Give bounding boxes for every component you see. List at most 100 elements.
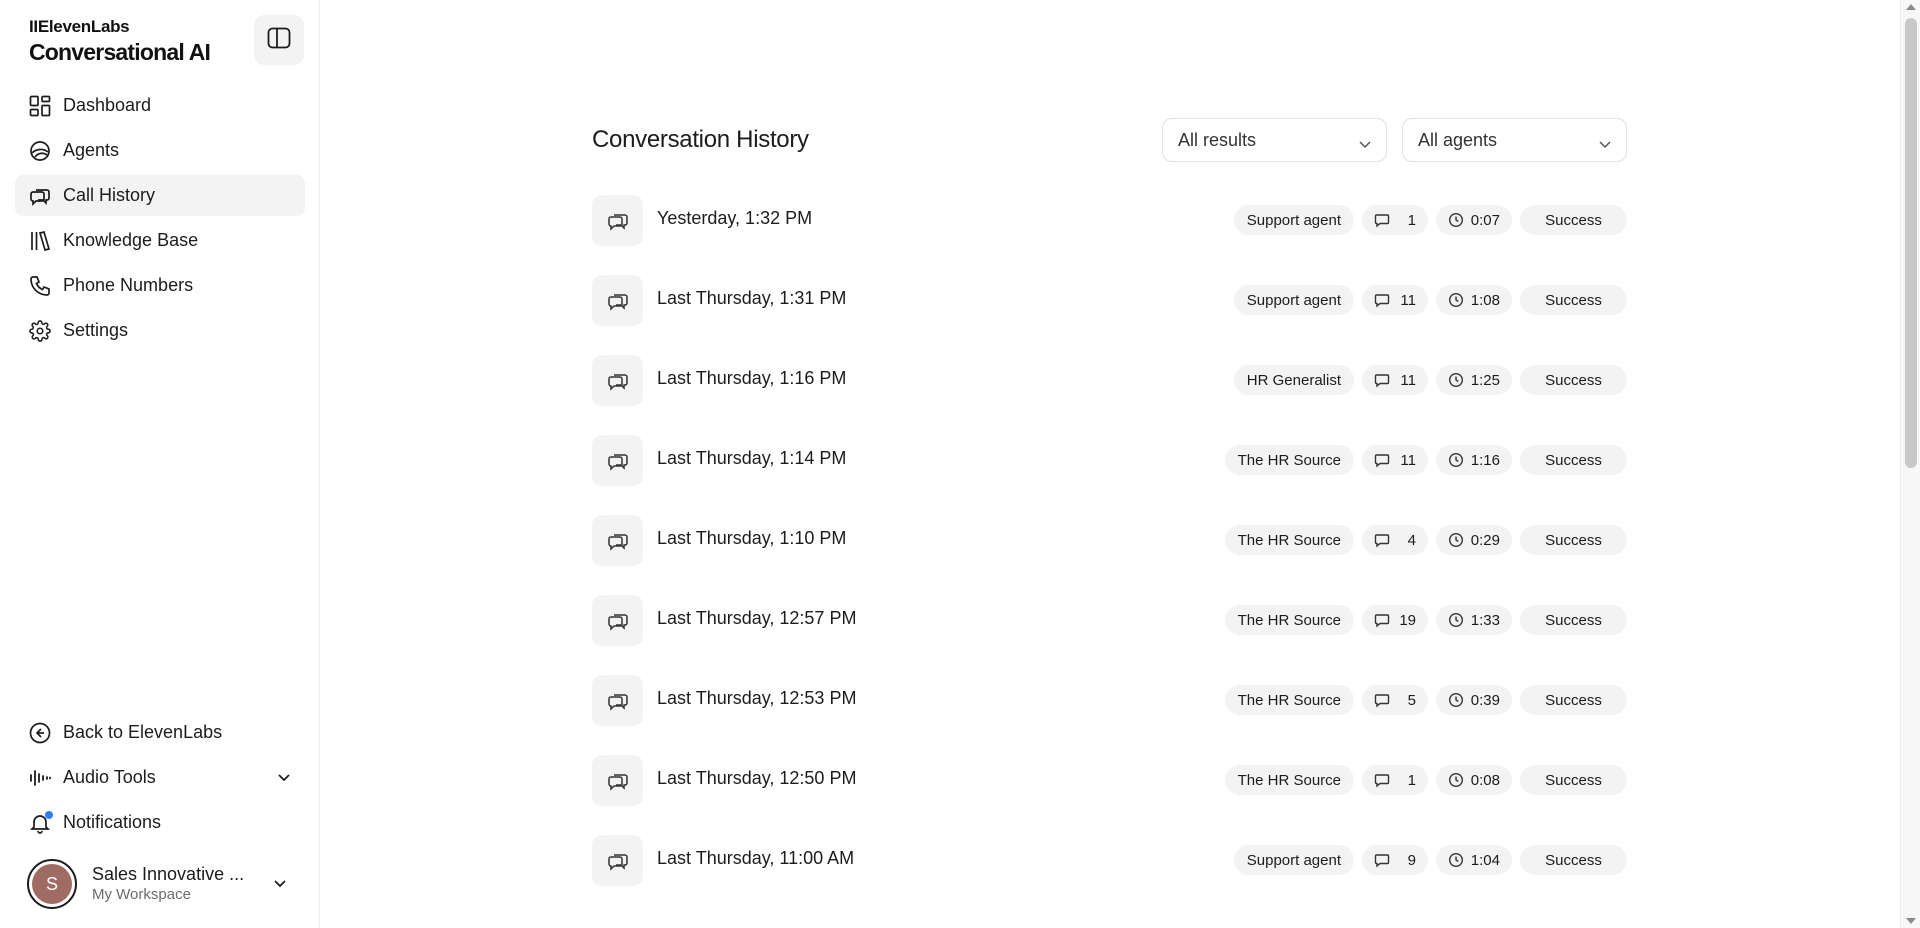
duration-badge: 0:08 (1436, 765, 1512, 795)
duration: 1:04 (1470, 851, 1500, 869)
clock-icon (1448, 372, 1464, 388)
clock-icon (1448, 692, 1464, 708)
chat-bubbles-icon (592, 835, 643, 886)
chat-bubbles-icon (592, 275, 643, 326)
sidebar-item-call-history[interactable]: Call History (15, 175, 305, 216)
sidebar-item-label: Audio Tools (63, 767, 156, 787)
brand-logo: IIElevenLabs (29, 17, 130, 36)
message-icon (1374, 692, 1390, 708)
message-icon (1374, 212, 1390, 228)
brand[interactable]: IIElevenLabs Conversational AI (29, 16, 211, 66)
duration: 0:07 (1470, 211, 1500, 229)
chat-bubbles-icon (592, 675, 643, 726)
message-icon (1374, 852, 1390, 868)
status-badge: Success (1520, 845, 1627, 875)
sidebar-bottom: Back to ElevenLabs Audio Tools Notificat… (15, 712, 305, 847)
conversation-row[interactable]: Last Thursday, 11:00 AM Support agent 9 … (592, 833, 1627, 913)
agents-icon (29, 140, 51, 162)
clock-icon (1448, 292, 1464, 308)
arrow-left-circle-icon (29, 722, 51, 744)
agents-filter-select[interactable]: All agents (1402, 118, 1627, 162)
message-icon (1374, 612, 1390, 628)
workspace-name: My Workspace (92, 886, 191, 903)
conversation-time: Last Thursday, 1:10 PM (657, 528, 847, 548)
conversation-time: Last Thursday, 12:57 PM (657, 608, 857, 628)
sidebar-item-label: Back to ElevenLabs (63, 722, 223, 742)
agent-badge: The HR Source (1224, 685, 1354, 715)
scrollbar[interactable] (1900, 0, 1920, 928)
message-icon (1374, 532, 1390, 548)
agent-badge: HR Generalist (1233, 365, 1354, 395)
message-icon (1374, 772, 1390, 788)
sidebar-item-settings[interactable]: Settings (15, 310, 305, 351)
conversation-row[interactable]: Last Thursday, 1:14 PM The HR Source 11 … (592, 433, 1627, 513)
conversation-row[interactable]: Last Thursday, 12:57 PM The HR Source 19… (592, 593, 1627, 673)
sidebar-item-agents[interactable]: Agents (15, 130, 305, 171)
chat-bubbles-icon (592, 515, 643, 566)
account-switcher[interactable]: S Sales Innovative ... My Workspace (27, 858, 297, 910)
conversation-row[interactable]: Last Thursday, 1:10 PM The HR Source 4 0… (592, 513, 1627, 593)
chat-bubbles-icon (592, 595, 643, 646)
sidebar-item-phone-numbers[interactable]: Phone Numbers (15, 265, 305, 306)
duration-badge: 1:25 (1436, 365, 1512, 395)
message-count: 11 (1400, 451, 1416, 469)
duration-badge: 0:39 (1436, 685, 1512, 715)
scroll-down-arrow[interactable] (1906, 918, 1916, 924)
sidebar-item-label: Settings (63, 320, 129, 340)
message-count: 19 (1399, 611, 1416, 629)
message-count: 1 (1407, 771, 1416, 789)
status-badge: Success (1520, 685, 1627, 715)
scroll-up-arrow[interactable] (1906, 4, 1916, 10)
conversation-time: Last Thursday, 1:16 PM (657, 368, 847, 388)
call-history-icon (29, 185, 51, 207)
sidebar-item-label: Knowledge Base (63, 230, 199, 250)
message-icon (1374, 452, 1390, 468)
sidebar-item-label: Notifications (63, 812, 162, 832)
conversation-row[interactable]: Last Thursday, 12:50 PM The HR Source 1 … (592, 753, 1627, 833)
message-count: 11 (1400, 371, 1416, 389)
scroll-thumb[interactable] (1905, 18, 1917, 468)
status-badge: Success (1520, 525, 1627, 555)
chat-bubbles-icon (592, 755, 643, 806)
gear-icon (29, 319, 51, 342)
conversation-row[interactable]: Last Thursday, 12:53 PM The HR Source 5 … (592, 673, 1627, 753)
conversation-row[interactable]: Last Thursday, 1:16 PM HR Generalist 11 … (592, 353, 1627, 433)
duration: 1:08 (1470, 291, 1500, 309)
status-badge: Success (1520, 445, 1627, 475)
chevron-down-icon (1358, 133, 1372, 154)
message-count: 4 (1407, 531, 1416, 549)
phone-icon (29, 275, 51, 297)
clock-icon (1448, 612, 1464, 628)
message-count-badge: 4 (1362, 525, 1428, 555)
brand-product-name: Conversational AI (29, 39, 211, 65)
status-badge: Success (1520, 765, 1627, 795)
status-badge: Success (1520, 205, 1627, 235)
sidebar-item-dashboard[interactable]: Dashboard (15, 85, 305, 126)
duration: 1:33 (1470, 611, 1500, 629)
results-filter-value: All results (1178, 129, 1257, 150)
sidebar-item-audio-tools[interactable]: Audio Tools (15, 757, 305, 798)
duration-badge: 1:16 (1436, 445, 1512, 475)
chevron-down-icon (1598, 133, 1612, 154)
chat-bubbles-icon (592, 435, 643, 486)
sidebar-item-notifications[interactable]: Notifications (15, 802, 305, 843)
message-count-badge: 5 (1362, 685, 1428, 715)
message-count: 5 (1407, 691, 1416, 709)
back-to-elevenlabs-link[interactable]: Back to ElevenLabs (15, 712, 305, 753)
message-icon (1374, 292, 1390, 308)
sidebar-item-label: Phone Numbers (63, 275, 194, 295)
waveform-icon (29, 767, 51, 789)
conversation-time: Last Thursday, 12:50 PM (657, 768, 857, 788)
sidebar-item-label: Agents (63, 140, 120, 160)
toggle-sidebar-button[interactable] (254, 15, 304, 65)
conversation-row[interactable]: Yesterday, 1:32 PM Support agent 1 0:07 (592, 193, 1627, 273)
message-count-badge: 19 (1362, 605, 1428, 635)
sidebar-item-knowledge-base[interactable]: Knowledge Base (15, 220, 305, 261)
message-count: 1 (1407, 211, 1416, 229)
notification-dot (45, 810, 53, 819)
chat-bubbles-icon (592, 355, 643, 406)
conversation-row[interactable]: Last Thursday, 1:31 PM Support agent 11 … (592, 273, 1627, 353)
results-filter-select[interactable]: All results (1162, 118, 1387, 162)
message-count-badge: 1 (1362, 765, 1428, 795)
message-count: 11 (1400, 291, 1416, 309)
